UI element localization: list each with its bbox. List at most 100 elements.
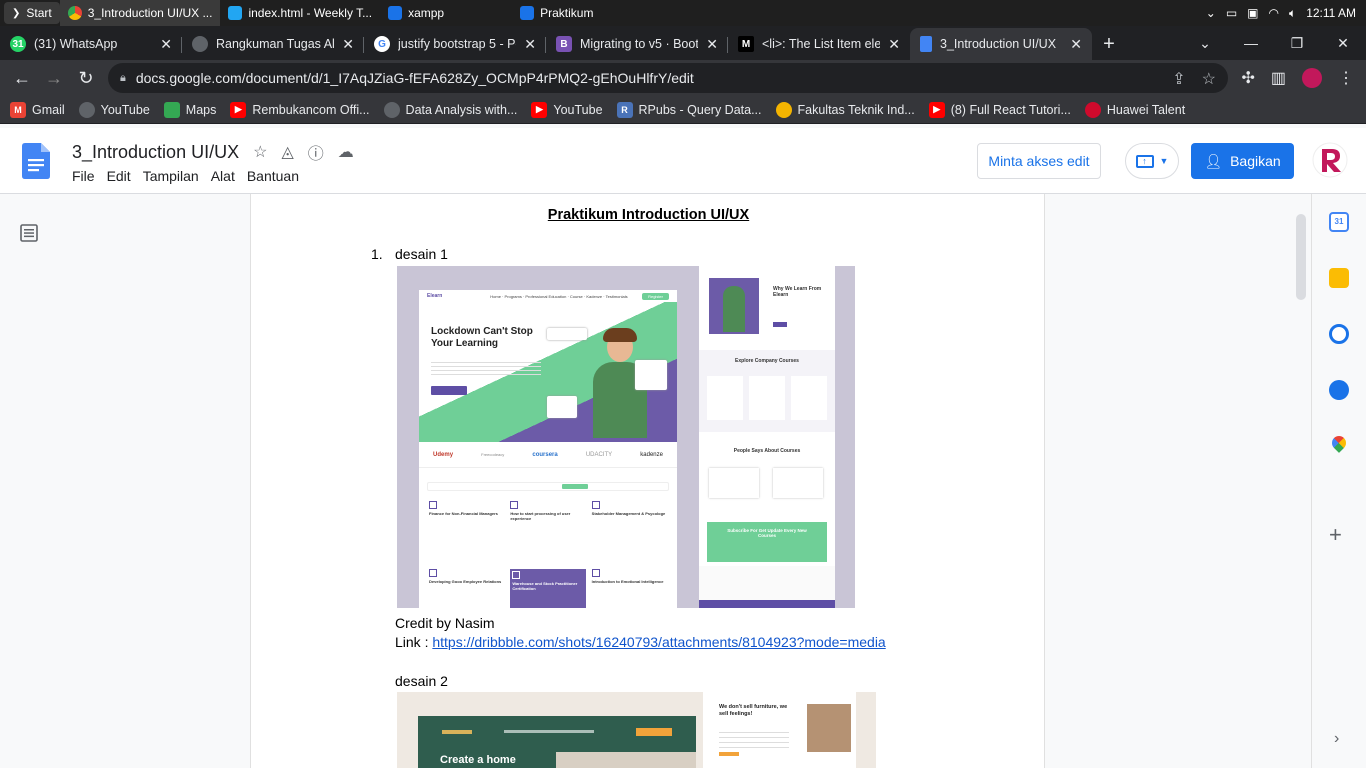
menu-edit[interactable]: Edit: [101, 168, 137, 184]
share-button[interactable]: 👤︎ Bagikan: [1191, 143, 1294, 179]
bookmark-label: Fakultas Teknik Ind...: [797, 102, 915, 117]
back-icon[interactable]: ←: [6, 62, 38, 94]
expand-panel-icon[interactable]: ›: [1334, 730, 1339, 748]
doc-title[interactable]: 3_Introduction UI/UX: [72, 142, 239, 163]
menu-file[interactable]: File: [66, 168, 101, 184]
doc-title-bar: 3_Introduction UI/UX ☆ ◬ ⓘ ☁: [72, 140, 354, 164]
close-icon[interactable]: ✕: [342, 36, 354, 53]
share-icon[interactable]: ⇪: [1172, 69, 1185, 89]
profile-avatar[interactable]: [1302, 68, 1322, 88]
taskbar-item-xampp[interactable]: xampp: [380, 0, 452, 26]
request-edit-access-button[interactable]: Minta akses edit: [977, 143, 1101, 179]
close-icon[interactable]: ✕: [524, 36, 536, 53]
restore-icon[interactable]: ❐: [1274, 35, 1320, 52]
menu-view[interactable]: Tampilan: [137, 168, 205, 184]
move-to-drive-icon[interactable]: ◬: [281, 142, 293, 162]
start-button[interactable]: ❯ Start: [4, 2, 60, 24]
maps-icon[interactable]: [1329, 433, 1349, 453]
document-outline-icon[interactable]: [20, 224, 38, 242]
globe-icon: [192, 36, 208, 52]
docs-header: 3_Introduction UI/UX ☆ ◬ ⓘ ☁ File Edit T…: [0, 128, 1366, 194]
account-avatar[interactable]: [1312, 142, 1348, 178]
link-line: Link : https://dribbble.com/shots/162407…: [395, 634, 886, 650]
keep-icon[interactable]: [1329, 268, 1349, 288]
close-icon[interactable]: ✕: [706, 36, 718, 53]
add-addon-icon[interactable]: +: [1329, 522, 1342, 548]
close-icon[interactable]: ✕: [160, 36, 172, 53]
close-icon[interactable]: ✕: [888, 36, 900, 53]
minimize-icon[interactable]: —: [1228, 35, 1274, 51]
forward-icon[interactable]: →: [38, 62, 70, 94]
tab-justify-bootstrap[interactable]: G justify bootstrap 5 - Pe ✕: [364, 28, 546, 60]
design-1-image[interactable]: Elearn Home · Programs · Professional Ed…: [397, 266, 855, 608]
new-tab-button[interactable]: +: [1092, 28, 1126, 60]
info-icon[interactable]: ⓘ: [308, 140, 324, 164]
bookmark-data-analysis[interactable]: Data Analysis with...: [383, 101, 517, 118]
hero-title: Lockdown Can't Stop Your Learning: [431, 326, 533, 349]
bookmark-label: RPubs - Query Data...: [638, 102, 762, 117]
bookmark-maps[interactable]: Maps: [163, 101, 216, 118]
menu-kebab-icon[interactable]: ⋮: [1338, 68, 1354, 88]
folder-icon: [520, 6, 535, 20]
menu-tools[interactable]: Alat: [205, 168, 241, 184]
menu-bar: File Edit Tampilan Alat Bantuan: [66, 168, 305, 184]
menu-help[interactable]: Bantuan: [241, 168, 305, 184]
tab-mdn-li[interactable]: M <li>: The List Item ele ✕: [728, 28, 910, 60]
calendar-icon[interactable]: 31: [1329, 212, 1349, 232]
tab-title: Rangkuman Tugas Alte: [216, 37, 335, 51]
extensions-icon[interactable]: ✣: [1241, 68, 1254, 88]
bookmark-youtube[interactable]: YouTube: [78, 101, 150, 118]
tab-rangkuman[interactable]: Rangkuman Tugas Alte ✕: [182, 28, 364, 60]
bookmark-fakultas[interactable]: Fakultas Teknik Ind...: [775, 101, 915, 118]
mockup-landing-page: Elearn Home · Programs · Professional Ed…: [419, 290, 677, 608]
battery-icon[interactable]: ▭: [1226, 6, 1237, 20]
taskbar-item-chrome[interactable]: 3_Introduction UI/UX ...: [59, 0, 221, 26]
url-text: docs.google.com/document/d/1_I7AqJZiaG-f…: [135, 70, 694, 86]
present-button[interactable]: ↑ ▼: [1125, 143, 1179, 179]
taskbar-item-praktikum[interactable]: Praktikum: [512, 0, 601, 26]
docs-logo-icon[interactable]: [22, 143, 50, 179]
bookmark-rpubs[interactable]: R RPubs - Query Data...: [616, 101, 762, 118]
side-panel-icon[interactable]: ▥: [1271, 68, 1286, 88]
close-window-icon[interactable]: ✕: [1320, 35, 1366, 52]
tab-search-icon[interactable]: ⌄: [1182, 35, 1228, 52]
reload-icon[interactable]: ↻: [70, 62, 102, 94]
star-icon[interactable]: ☆: [253, 142, 267, 162]
document-page[interactable]: Praktikum Introduction UI/UX 1. desain 1…: [250, 194, 1045, 768]
cloud-status-icon[interactable]: ☁: [338, 142, 354, 162]
bookmark-gmail[interactable]: M Gmail: [10, 101, 65, 118]
volume-icon[interactable]: 🔈︎: [1289, 6, 1296, 21]
taskbar: ❯ Start 3_Introduction UI/UX ... index.h…: [0, 0, 1366, 26]
lock-icon[interactable]: 🔒︎: [120, 72, 126, 85]
tasks-icon[interactable]: [1329, 324, 1349, 344]
credit-text: Credit by Nasim: [395, 615, 495, 631]
bookmark-star-icon[interactable]: ☆: [1202, 69, 1216, 89]
bookmark-huawei[interactable]: Huawei Talent: [1084, 101, 1185, 118]
person-icon: 👤︎: [1204, 152, 1223, 169]
document-heading: Praktikum Introduction UI/UX: [547, 207, 750, 223]
monitor-icon[interactable]: ▣: [1247, 6, 1258, 20]
contacts-icon[interactable]: [1329, 380, 1349, 400]
vertical-scrollbar[interactable]: [1296, 214, 1306, 300]
tab-whatsapp[interactable]: 31 (31) WhatsApp ✕: [0, 28, 182, 60]
address-bar[interactable]: 🔒︎ docs.google.com/document/d/1_I7AqJZia…: [108, 63, 1228, 93]
system-tray: ⌄ ▭ ▣ ◠ 🔈︎ 12:11 AM: [1206, 0, 1356, 26]
bookmark-rembukancom[interactable]: ▶ Rembukancom Offi...: [230, 101, 370, 118]
bookmark-label: Gmail: [32, 102, 65, 117]
dribbble-link[interactable]: https://dribbble.com/shots/16240793/atta…: [432, 634, 885, 650]
design-2-image[interactable]: Create a home We don't sell furniture, w…: [397, 692, 876, 768]
tab-docs-active[interactable]: 3_Introduction UI/UX ✕: [910, 28, 1092, 60]
chevron-down-icon[interactable]: ⌄: [1206, 6, 1216, 20]
close-icon[interactable]: ✕: [1070, 36, 1082, 53]
list-item-title: desain 1: [395, 246, 448, 262]
taskbar-item-label: 3_Introduction UI/UX ...: [87, 6, 213, 20]
wifi-icon[interactable]: ◠: [1269, 6, 1279, 20]
clock[interactable]: 12:11 AM: [1306, 6, 1356, 20]
tab-migrating-v5[interactable]: B Migrating to v5 · Boot ✕: [546, 28, 728, 60]
bookmark-react-tutorial[interactable]: ▶ (8) Full React Tutori...: [928, 101, 1071, 118]
tab-title: Migrating to v5 · Boot: [580, 37, 699, 51]
tab-title: 3_Introduction UI/UX: [940, 37, 1057, 51]
taskbar-item-vscode[interactable]: index.html - Weekly T...: [220, 0, 380, 26]
bookmark-youtube-2[interactable]: ▶ YouTube: [531, 101, 603, 118]
bootstrap-icon: B: [556, 36, 572, 52]
